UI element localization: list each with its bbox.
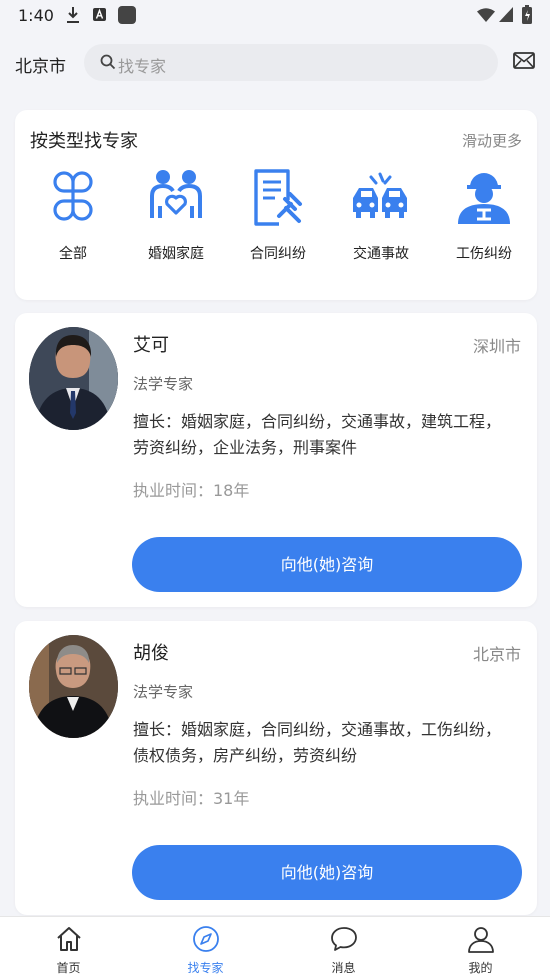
category-contract[interactable]: 合同纠纷 bbox=[228, 166, 328, 276]
expert-avatar bbox=[29, 327, 118, 430]
status-time: 1:40 bbox=[18, 6, 54, 25]
contract-gavel-icon bbox=[254, 169, 302, 226]
font-icon bbox=[93, 8, 106, 21]
car-crash-icon bbox=[353, 172, 407, 218]
nav-label: 找专家 bbox=[187, 961, 224, 975]
consult-button[interactable]: 向他(她)咨询 bbox=[132, 845, 522, 900]
wifi-icon bbox=[477, 8, 495, 22]
expert-practice-years: 执业时间：18年 bbox=[133, 481, 250, 500]
portrait-image bbox=[29, 635, 118, 738]
expert-specialties: 擅长：婚姻家庭，合同纠纷，交通事故，建筑工程，劳资纠纷，企业法务，刑事案件 bbox=[133, 412, 502, 457]
nav-messages[interactable]: 消息 bbox=[275, 917, 412, 979]
category-label: 婚姻家庭 bbox=[148, 246, 204, 262]
status-bar: 1:40 bbox=[0, 0, 550, 30]
bottom-navigation: 首页 找专家 消息 我的 bbox=[0, 916, 550, 979]
expert-name: 艾可 bbox=[133, 335, 169, 356]
search-placeholder: 找专家 bbox=[118, 57, 167, 76]
expert-card[interactable]: 艾可 深圳市 法学专家 擅长：婚姻家庭，合同纠纷，交通事故，建筑工程，劳资纠纷，… bbox=[15, 313, 537, 607]
expert-title: 法学专家 bbox=[133, 683, 194, 701]
category-traffic[interactable]: 交通事故 bbox=[331, 166, 431, 276]
home-icon bbox=[56, 927, 81, 951]
top-header: 北京市 找专家 bbox=[0, 40, 550, 86]
category-work-injury[interactable]: 工伤纠纷 bbox=[434, 166, 534, 276]
expert-practice-years: 执业时间：31年 bbox=[133, 789, 250, 808]
nav-home[interactable]: 首页 bbox=[0, 917, 137, 979]
battery-icon bbox=[522, 5, 532, 24]
category-title: 按类型找专家 bbox=[30, 131, 138, 152]
family-heart-icon bbox=[150, 170, 202, 218]
category-label: 全部 bbox=[59, 246, 87, 262]
user-icon bbox=[467, 927, 494, 953]
category-card: 按类型找专家 滑动更多 全部 婚姻家庭 合同纠纷 交通事故 工伤纠纷 bbox=[15, 110, 537, 300]
expert-card[interactable]: 胡俊 北京市 法学专家 擅长：婚姻家庭，合同纠纷，交通事故，工伤纠纷，债权债务，… bbox=[15, 621, 537, 915]
category-label: 交通事故 bbox=[353, 246, 409, 262]
expert-title: 法学专家 bbox=[133, 375, 194, 393]
mail-icon[interactable] bbox=[513, 52, 535, 69]
consult-button[interactable]: 向他(她)咨询 bbox=[132, 537, 522, 592]
city-selector[interactable]: 北京市 bbox=[15, 52, 66, 77]
search-input[interactable]: 找专家 bbox=[84, 44, 498, 81]
download-icon bbox=[67, 7, 79, 23]
signal-icon bbox=[499, 7, 513, 22]
category-marriage-family[interactable]: 婚姻家庭 bbox=[126, 166, 226, 276]
compass-icon bbox=[192, 926, 219, 952]
nav-label: 首页 bbox=[56, 961, 81, 975]
scroll-more-hint: 滑动更多 bbox=[461, 132, 522, 150]
nav-find-expert[interactable]: 找专家 bbox=[137, 917, 274, 979]
expert-avatar bbox=[29, 635, 118, 738]
portrait-image bbox=[29, 327, 118, 430]
expert-name: 胡俊 bbox=[133, 643, 169, 664]
chat-icon bbox=[330, 927, 357, 951]
nav-mine[interactable]: 我的 bbox=[412, 917, 549, 979]
expert-specialties: 擅长：婚姻家庭，合同纠纷，交通事故，工伤纠纷，债权债务，房产纠纷，劳资纠纷 bbox=[133, 720, 502, 765]
search-icon bbox=[100, 54, 116, 70]
nav-label: 消息 bbox=[331, 961, 356, 975]
nav-label: 我的 bbox=[468, 961, 493, 975]
grid-icon bbox=[53, 171, 93, 221]
category-label: 工伤纠纷 bbox=[456, 246, 512, 262]
category-label: 合同纠纷 bbox=[250, 246, 306, 262]
expert-location: 深圳市 bbox=[472, 337, 521, 356]
category-all[interactable]: 全部 bbox=[23, 166, 123, 276]
app-square-icon bbox=[118, 6, 136, 24]
worker-icon bbox=[458, 173, 510, 224]
expert-location: 北京市 bbox=[472, 645, 521, 664]
